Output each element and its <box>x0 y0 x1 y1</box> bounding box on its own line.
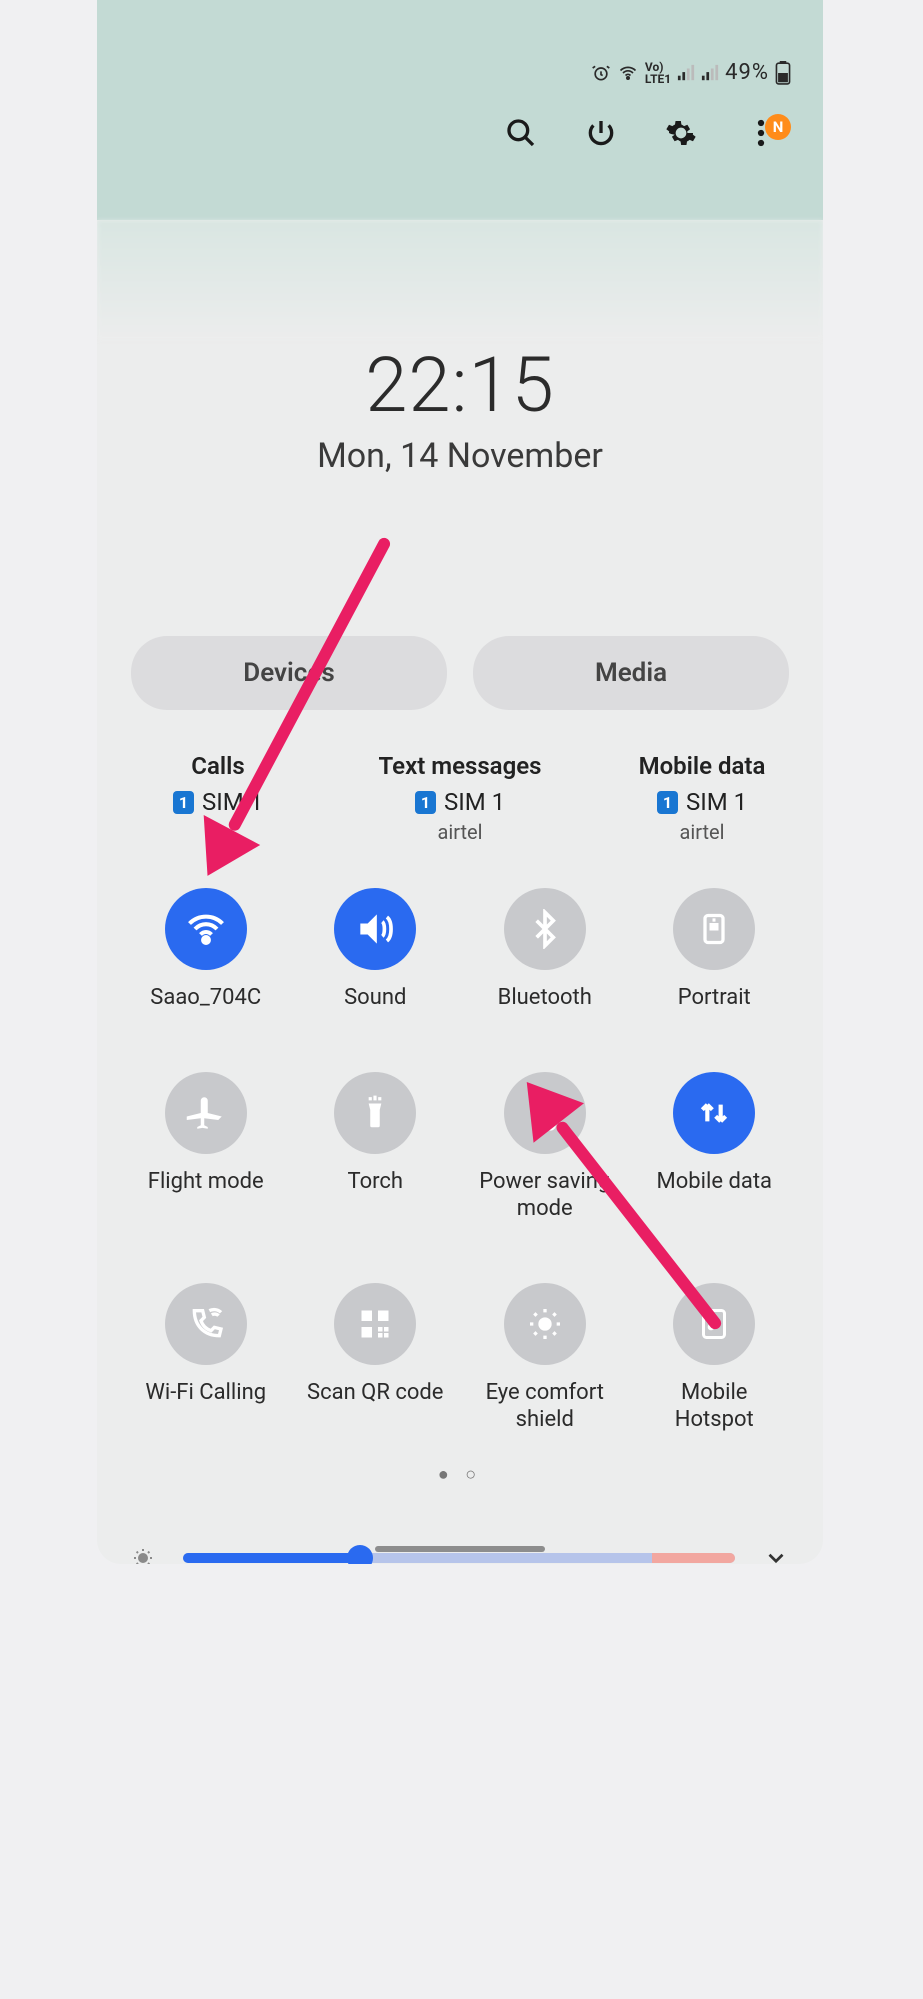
sim-texts[interactable]: Text messages 1 SIM 1 airtel <box>339 752 581 844</box>
tile-label: Portrait <box>678 984 751 1012</box>
tile-label: Saao_704C <box>150 984 261 1012</box>
hotspot-icon <box>673 1283 755 1365</box>
tab-media[interactable]: Media <box>473 636 789 710</box>
signal-icon-1 <box>677 64 695 82</box>
tile-label: Mobile Hotspot <box>639 1379 789 1434</box>
tile-label: Power saving mode <box>470 1168 620 1223</box>
sim-texts-label: SIM 1 <box>444 788 505 816</box>
sim-chip-icon: 1 <box>415 791 436 814</box>
sim-chip-icon: 1 <box>173 791 194 814</box>
tile-wifi[interactable]: Saao_704C <box>121 888 291 1012</box>
panel-toolbar <box>129 115 791 151</box>
airplane-icon <box>165 1072 247 1154</box>
torch-icon <box>334 1072 416 1154</box>
clock-date: Mon, 14 November <box>97 436 823 476</box>
tile-label: Mobile data <box>657 1168 772 1196</box>
tab-devices[interactable]: Devices <box>131 636 447 710</box>
tile-torch[interactable]: Torch <box>291 1072 461 1223</box>
signal-icon-2 <box>701 64 719 82</box>
tile-label: Flight mode <box>148 1168 264 1196</box>
tile-label: Wi-Fi Calling <box>145 1379 266 1407</box>
tile-wifi-calling[interactable]: Wi-Fi Calling <box>121 1283 291 1434</box>
page-indicator: ● ○ <box>97 1464 823 1485</box>
sim-data-title: Mobile data <box>581 752 823 780</box>
tile-label: Eye comfort shield <box>470 1379 620 1434</box>
sim-calls-label: SIM 1 <box>202 788 263 816</box>
sim-data[interactable]: Mobile data 1 SIM 1 airtel <box>581 752 823 844</box>
portrait-icon <box>673 888 755 970</box>
status-bar: Vo)LTE1 49% <box>129 60 791 85</box>
tile-mobile-data[interactable]: Mobile data <box>630 1072 800 1223</box>
tile-eye-comfort[interactable]: Eye comfort shield <box>460 1283 630 1434</box>
wifi-icon <box>617 63 639 83</box>
expand-brightness[interactable] <box>763 1545 789 1565</box>
tile-label: Bluetooth <box>498 984 592 1012</box>
quick-tiles-grid: Saao_704C Sound Bluetooth Portrait Flig <box>121 888 799 1434</box>
notification-badge: N <box>765 114 791 140</box>
quick-settings-panel: Vo)LTE1 49% N <box>97 0 823 1564</box>
mobile-data-icon <box>673 1072 755 1154</box>
qr-icon <box>334 1283 416 1365</box>
brightness-slider[interactable] <box>183 1553 735 1563</box>
alarm-icon <box>591 63 611 83</box>
brightness-icon <box>131 1546 155 1565</box>
power-button[interactable] <box>583 115 619 151</box>
tile-hotspot[interactable]: Mobile Hotspot <box>630 1283 800 1434</box>
battery-percent: 49% <box>725 60 769 85</box>
sim-texts-carrier: airtel <box>339 820 581 844</box>
sim-chip-icon: 1 <box>657 791 678 814</box>
search-button[interactable] <box>503 115 539 151</box>
sim-texts-title: Text messages <box>339 752 581 780</box>
sound-icon <box>334 888 416 970</box>
tile-flight-mode[interactable]: Flight mode <box>121 1072 291 1223</box>
eye-comfort-icon <box>504 1283 586 1365</box>
tile-sound[interactable]: Sound <box>291 888 461 1012</box>
tile-power-saving[interactable]: Power saving mode <box>460 1072 630 1223</box>
sim-data-carrier: airtel <box>581 820 823 844</box>
sim-calls-title: Calls <box>97 752 339 780</box>
battery-recycle-icon <box>504 1072 586 1154</box>
clock: 22:15 Mon, 14 November <box>97 340 823 476</box>
battery-icon <box>775 61 791 85</box>
status-bar-area: Vo)LTE1 49% N <box>97 0 823 220</box>
blurred-background <box>97 220 823 340</box>
clock-time: 22:15 <box>97 340 823 430</box>
tile-bluetooth[interactable]: Bluetooth <box>460 888 630 1012</box>
tile-rotation[interactable]: Portrait <box>630 888 800 1012</box>
wifi-icon <box>165 888 247 970</box>
sim-data-label: SIM 1 <box>686 788 747 816</box>
sim-calls[interactable]: Calls 1 SIM 1 <box>97 752 339 844</box>
volte-icon: Vo)LTE1 <box>645 61 671 85</box>
wifi-calling-icon <box>165 1283 247 1365</box>
home-indicator[interactable] <box>375 1546 545 1552</box>
bluetooth-icon <box>504 888 586 970</box>
tile-label: Scan QR code <box>307 1379 443 1407</box>
settings-button[interactable] <box>663 115 699 151</box>
tile-qr[interactable]: Scan QR code <box>291 1283 461 1434</box>
tile-label: Torch <box>348 1168 404 1196</box>
sim-selector: Calls 1 SIM 1 Text messages 1 SIM 1 airtel… <box>97 752 823 844</box>
tile-label: Sound <box>344 984 406 1012</box>
output-tabs: Devices Media <box>131 636 789 710</box>
